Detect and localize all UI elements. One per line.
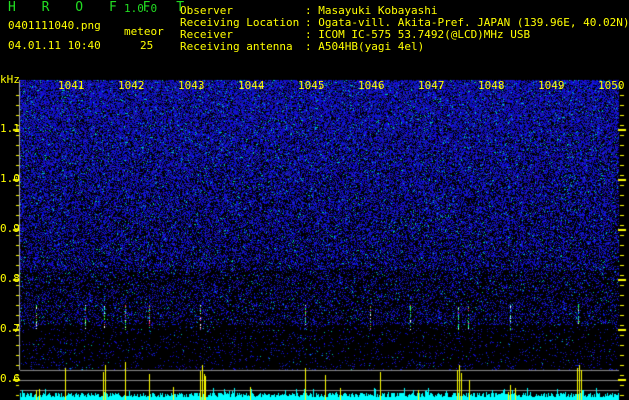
x-tick-label: 1046 xyxy=(358,79,385,92)
antenna-value: : A504HB(yagi 4el) xyxy=(305,40,425,53)
antenna-label: Receiving antenna xyxy=(180,40,293,53)
y-tick-label: 1.0 xyxy=(0,172,20,185)
app-version: 1.0.0 xyxy=(124,2,158,15)
meteor-count: 25 xyxy=(140,39,154,52)
y-tick-label: 1.1 xyxy=(0,122,20,135)
y-tick-label: 0.7 xyxy=(0,322,20,335)
x-tick-label: 1045 xyxy=(298,79,325,92)
x-tick-label: 1042 xyxy=(118,79,145,92)
x-tick-label: 1048 xyxy=(478,79,505,92)
image-filename: 0401111040.png xyxy=(8,19,101,32)
x-tick-label: 1049 xyxy=(538,79,565,92)
x-tick-label: 1043 xyxy=(178,79,205,92)
y-tick-label: 0.6 xyxy=(0,372,20,385)
y-tick-label: 0.8 xyxy=(0,272,20,285)
x-tick-label: 1050 xyxy=(598,79,625,92)
meteor-label: meteor xyxy=(124,25,164,38)
x-tick-label: 1047 xyxy=(418,79,445,92)
y-tick-label: 0.9 xyxy=(0,222,20,235)
spectrogram-canvas xyxy=(0,0,629,400)
x-tick-label: 1044 xyxy=(238,79,265,92)
capture-datetime: 04.01.11 10:40 xyxy=(8,39,101,52)
app-title: H R O F F T xyxy=(8,0,194,15)
y-axis-unit: kHz xyxy=(0,73,20,86)
x-tick-label: 1041 xyxy=(58,79,85,92)
